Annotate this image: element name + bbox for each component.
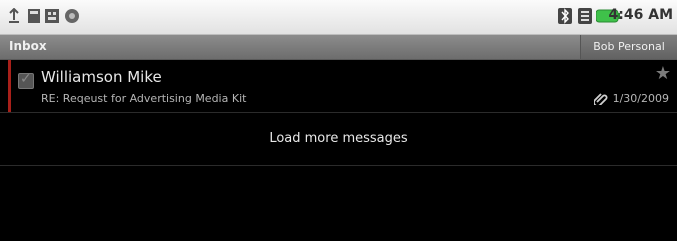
message-subject: RE: Reqeust for Advertising Media Kit	[41, 92, 247, 105]
message-checkbox[interactable]	[18, 71, 34, 89]
load-more-label: Load more messages	[269, 131, 408, 146]
message-date: 1/30/2009	[612, 92, 669, 105]
record-icon	[65, 9, 79, 23]
star-icon[interactable]: ★	[655, 65, 671, 83]
usb-icon	[9, 8, 19, 23]
status-time: 4:46 AM	[608, 7, 673, 23]
message-sender: Williamson Mike	[41, 68, 162, 86]
status-bar: 4:46 AM	[0, 0, 677, 35]
signal-icon	[578, 8, 592, 24]
sd-card-icon	[28, 9, 40, 23]
debug-icon	[45, 9, 59, 23]
load-more-button[interactable]: Load more messages	[0, 113, 677, 166]
title-bar: Inbox Bob Personal	[0, 35, 677, 60]
unread-indicator	[8, 60, 11, 112]
account-name[interactable]: Bob Personal	[580, 35, 677, 59]
page-title: Inbox	[9, 39, 47, 53]
paperclip-icon	[594, 93, 608, 105]
bluetooth-icon	[558, 8, 572, 24]
